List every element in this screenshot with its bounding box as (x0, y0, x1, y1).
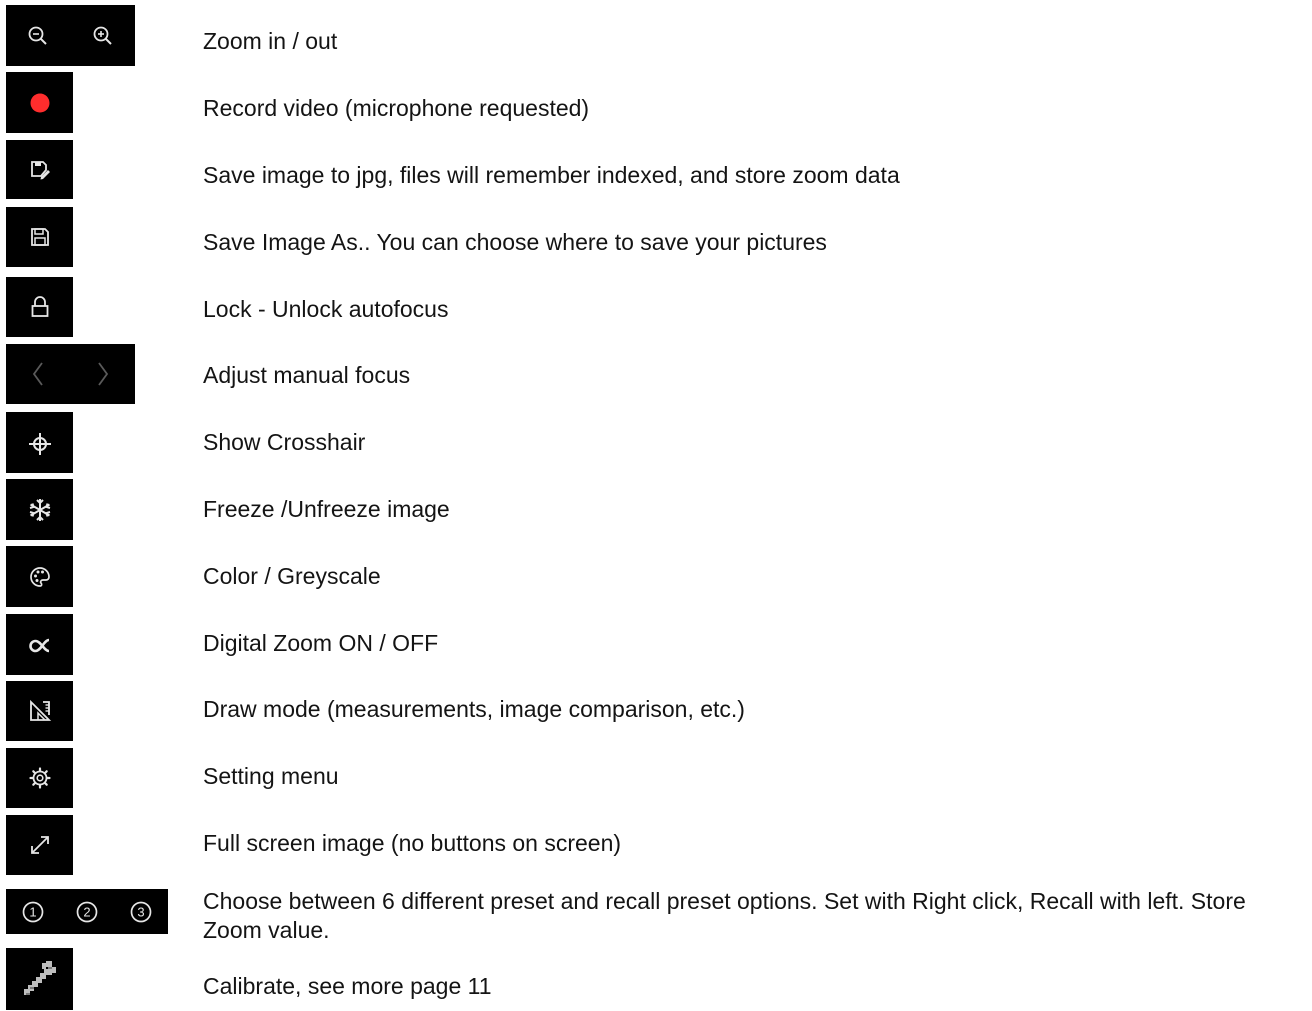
preset-3-number: 3 (137, 904, 144, 919)
legend-description: Calibrate, see more page 11 (203, 973, 492, 999)
zoom-out-button[interactable] (6, 5, 71, 66)
fullscreen-button-group (6, 815, 73, 875)
lock-icon (31, 296, 48, 317)
legend-description: Show Crosshair (203, 429, 366, 455)
save-as-button[interactable] (6, 207, 73, 267)
record-icon (30, 93, 49, 112)
record-button[interactable] (6, 72, 73, 133)
save-as-icon (30, 228, 49, 246)
digital-zoom-button[interactable] (6, 614, 73, 675)
preset-1-icon: 1 (22, 901, 44, 922)
lock-button-group (6, 277, 73, 337)
legend-description: Full screen image (no buttons on screen) (203, 830, 622, 856)
focus-near-button[interactable] (6, 344, 71, 404)
preset-2-icon: 2 (76, 901, 98, 922)
digital-zoom-button-group (6, 614, 73, 675)
crosshair-icon (28, 432, 51, 455)
color-button-group (6, 546, 73, 607)
crosshair-button-group (6, 412, 73, 473)
legend-description: Draw mode (measurements, image compariso… (203, 696, 745, 722)
legend-description: Lock - Unlock autofocus (203, 296, 449, 322)
settings-button[interactable] (6, 748, 73, 808)
chevron-left-icon (33, 362, 43, 386)
freeze-button-group (6, 479, 73, 540)
proportional-icon (28, 638, 49, 652)
record-button-group (6, 72, 73, 133)
legend-description: Record video (microphone requested) (203, 95, 590, 121)
legend-description: Setting menu (203, 763, 339, 789)
fullscreen-icon (30, 836, 49, 854)
legend-description: Save Image As.. You can choose where to … (203, 229, 827, 255)
zoom-in-button[interactable] (71, 5, 136, 66)
wrench-icon (23, 961, 56, 995)
legend-description: Zoom in / out (203, 28, 338, 54)
fullscreen-button[interactable] (6, 815, 73, 875)
quick-save-button[interactable] (6, 140, 73, 199)
save-as-button-group (6, 207, 73, 267)
preset-2-number: 2 (83, 904, 90, 919)
save-button-group (6, 140, 73, 199)
legend-description: Freeze /Unfreeze image (203, 496, 450, 522)
zoom-out-icon (28, 26, 47, 45)
preset-1-button[interactable]: 1 (6, 889, 60, 934)
color-greyscale-button[interactable] (6, 546, 73, 607)
calibrate-button[interactable] (6, 948, 73, 1010)
preset-button-group: 1 2 3 (6, 889, 168, 934)
preset-2-button[interactable]: 2 (60, 889, 114, 934)
snowflake-icon (29, 498, 50, 521)
legend-description: Save image to jpg, files will remember i… (203, 162, 900, 188)
calibrate-button-group (6, 948, 73, 1010)
focus-far-button[interactable] (71, 344, 136, 404)
freeze-button[interactable] (6, 479, 73, 540)
legend-description: Choose between 6 different preset and re… (203, 888, 1246, 943)
draw-mode-icon (29, 699, 51, 721)
gear-icon (28, 767, 51, 789)
draw-mode-button[interactable] (6, 681, 73, 741)
preset-3-button[interactable]: 3 (114, 889, 168, 934)
preset-3-icon: 3 (130, 901, 152, 922)
lock-autofocus-button[interactable] (6, 277, 73, 337)
settings-button-group (6, 748, 73, 808)
legend-description: Color / Greyscale (203, 563, 381, 589)
palette-icon (29, 566, 50, 587)
crosshair-button[interactable] (6, 412, 73, 473)
quick-save-icon (30, 160, 50, 179)
focus-button-group (6, 344, 135, 404)
chevron-right-icon (98, 362, 108, 386)
preset-1-number: 1 (29, 904, 36, 919)
legend-description: Adjust manual focus (203, 362, 411, 388)
zoom-in-icon (93, 26, 112, 45)
draw-button-group (6, 681, 73, 741)
legend-description: Digital Zoom ON / OFF (203, 630, 439, 656)
zoom-button-group (6, 5, 135, 66)
